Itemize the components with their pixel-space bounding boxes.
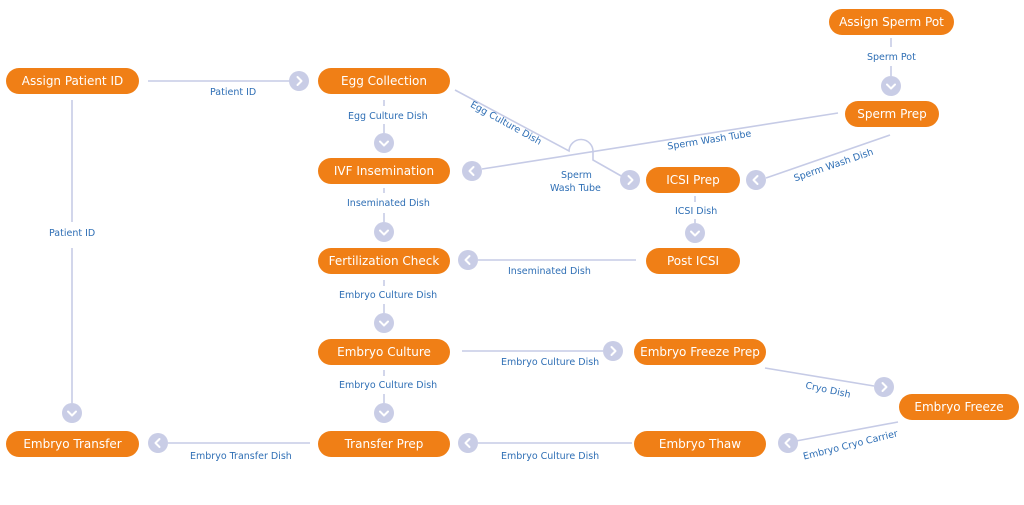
chevron-right-icon[interactable] — [289, 71, 309, 91]
label-sperm-wash-tube-short-2: Wash Tube — [550, 183, 601, 194]
node-embryo-freeze[interactable]: Embryo Freeze — [899, 394, 1019, 420]
chevron-down-icon[interactable] — [62, 403, 82, 423]
label-sperm-wash-tube-short-1: Sperm — [561, 170, 592, 181]
chevron-down-icon[interactable] — [685, 223, 705, 243]
chevron-down-icon[interactable] — [881, 76, 901, 96]
label-embryo-transfer-dish: Embryo Transfer Dish — [190, 451, 292, 462]
label-embryo-culture-dish-2: Embryo Culture Dish — [339, 380, 438, 391]
label-egg-culture-dish-v: Egg Culture Dish — [348, 111, 428, 122]
label-embryo-culture-dish-h: Embryo Culture Dish — [501, 357, 600, 368]
node-embryo-transfer[interactable]: Embryo Transfer — [6, 431, 139, 457]
node-post-icsi[interactable]: Post ICSI — [646, 248, 740, 274]
label-patient-id-h: Patient ID — [210, 87, 257, 98]
label-icsi-dish: ICSI Dish — [675, 206, 718, 217]
chevron-left-icon[interactable] — [458, 433, 478, 453]
node-sperm-prep[interactable]: Sperm Prep — [845, 101, 939, 127]
chevron-right-icon[interactable] — [874, 377, 894, 397]
chevron-right-icon[interactable] — [603, 341, 623, 361]
node-embryo-freeze-prep[interactable]: Embryo Freeze Prep — [634, 339, 766, 365]
chevron-down-icon[interactable] — [374, 133, 394, 153]
label-embryo-culture-dish-1: Embryo Culture Dish — [339, 290, 438, 301]
node-ivf-insemination[interactable]: IVF Insemination — [318, 158, 450, 184]
node-fertilization-check[interactable]: Fertilization Check — [318, 248, 450, 274]
label-patient-id-v: Patient ID — [49, 228, 96, 239]
node-assign-patient-id[interactable]: Assign Patient ID — [6, 68, 139, 94]
chevron-down-icon[interactable] — [374, 313, 394, 333]
chevron-down-icon[interactable] — [374, 222, 394, 242]
chevron-left-icon[interactable] — [458, 250, 478, 270]
label-inseminated-dish-v: Inseminated Dish — [347, 198, 430, 209]
node-transfer-prep[interactable]: Transfer Prep — [318, 431, 450, 457]
node-egg-collection[interactable]: Egg Collection — [318, 68, 450, 94]
label-embryo-culture-dish-bottom: Embryo Culture Dish — [501, 451, 600, 462]
edges-layer — [71, 38, 899, 444]
node-icsi-prep[interactable]: ICSI Prep — [646, 167, 740, 193]
label-sperm-pot: Sperm Pot — [867, 52, 916, 63]
chevron-left-icon[interactable] — [746, 170, 766, 190]
node-embryo-culture[interactable]: Embryo Culture — [318, 339, 450, 365]
node-embryo-thaw[interactable]: Embryo Thaw — [634, 431, 766, 457]
chevron-down-icon[interactable] — [374, 403, 394, 423]
label-inseminated-dish-h: Inseminated Dish — [508, 266, 591, 277]
chevron-left-icon[interactable] — [148, 433, 168, 453]
ivf-workflow-diagram: Assign Patient ID Egg Collection Assign … — [0, 0, 1024, 505]
chevron-right-icon[interactable] — [620, 170, 640, 190]
chevron-left-icon[interactable] — [778, 433, 798, 453]
chevron-left-icon[interactable] — [462, 161, 482, 181]
node-assign-sperm-pot[interactable]: Assign Sperm Pot — [829, 9, 954, 35]
